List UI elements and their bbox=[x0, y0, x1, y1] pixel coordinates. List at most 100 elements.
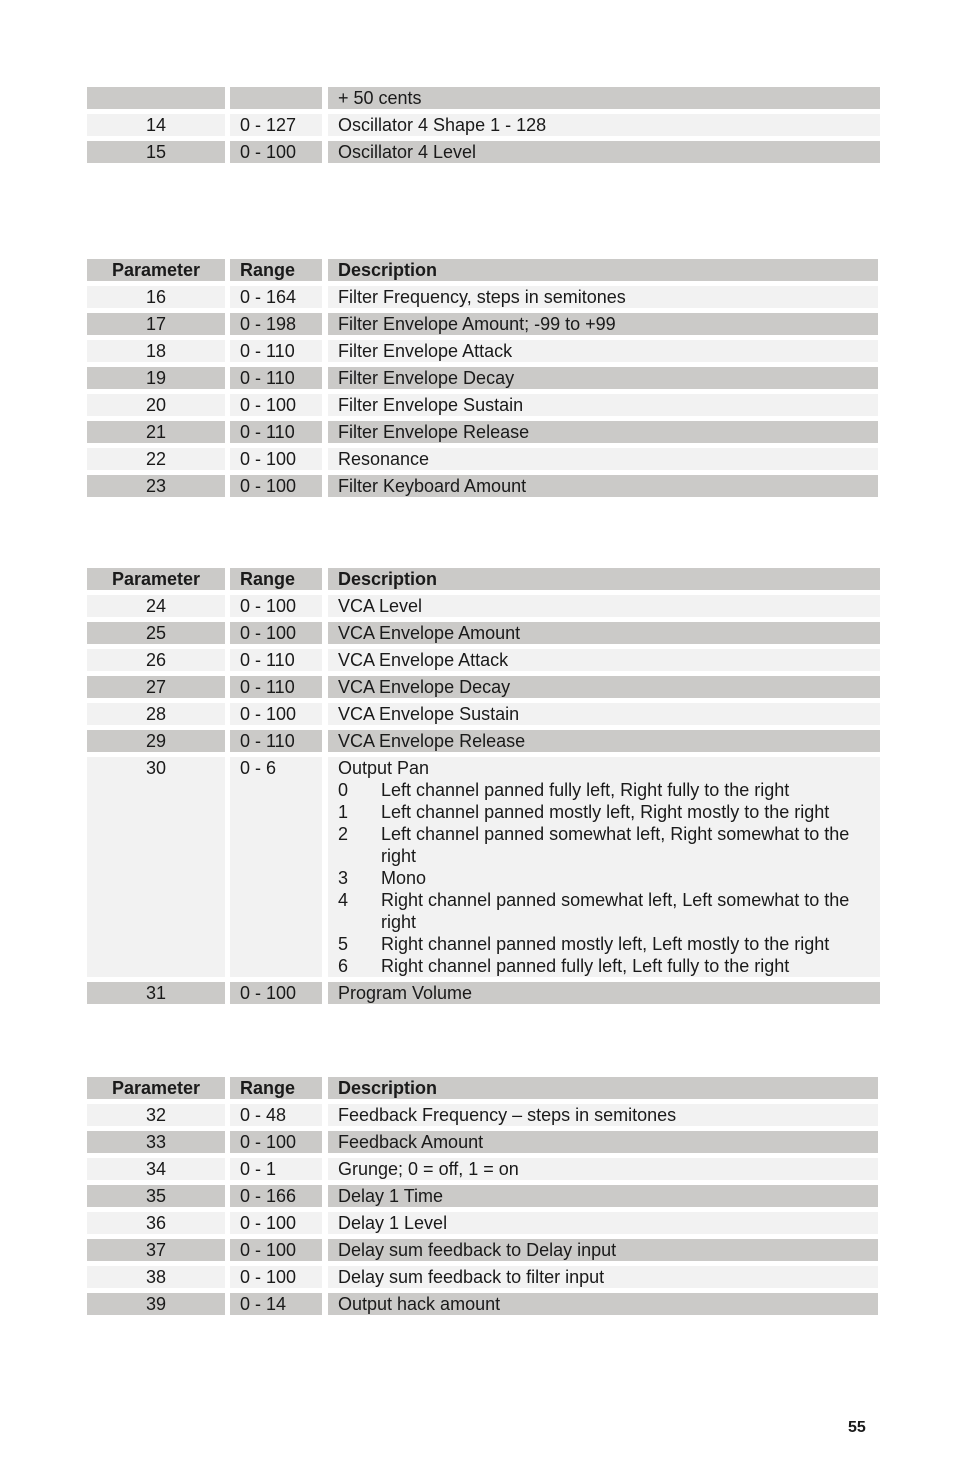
table-header: Parameter Range Description bbox=[87, 568, 880, 590]
pan-option: 2 Left channel panned somewhat left, Righ… bbox=[338, 823, 880, 867]
param-cell: 39 bbox=[87, 1293, 225, 1315]
desc-cell: Delay sum feedback to Delay input bbox=[328, 1239, 878, 1261]
desc-cell: Filter Envelope Amount; -99 to +99 bbox=[328, 313, 878, 335]
param-cell: 23 bbox=[87, 475, 225, 497]
range-cell: 0 - 100 bbox=[230, 475, 322, 497]
range-cell: 0 - 110 bbox=[230, 676, 322, 698]
param-cell: 20 bbox=[87, 394, 225, 416]
range-cell: 0 - 6 bbox=[230, 757, 322, 977]
table-row: 33 0 - 100 Feedback Amount bbox=[87, 1131, 878, 1153]
desc-cell: Program Volume bbox=[328, 982, 880, 1004]
table-feedback-delay: Parameter Range Description 32 0 - 48 Feed… bbox=[87, 1077, 878, 1320]
desc-cell: Feedback Frequency – steps in semitones bbox=[328, 1104, 878, 1126]
table-row: 35 0 - 166 Delay 1 Time bbox=[87, 1185, 878, 1207]
table-row: 22 0 - 100 Resonance bbox=[87, 448, 878, 470]
param-cell: 25 bbox=[87, 622, 225, 644]
param-cell: 17 bbox=[87, 313, 225, 335]
desc-cell: Delay sum feedback to filter input bbox=[328, 1266, 878, 1288]
param-cell: 18 bbox=[87, 340, 225, 362]
param-cell: 26 bbox=[87, 649, 225, 671]
param-cell: 31 bbox=[87, 982, 225, 1004]
desc-cell: Oscillator 4 Shape 1 - 128 bbox=[328, 114, 880, 136]
pan-option: 3 Mono bbox=[338, 867, 880, 889]
range-cell: 0 - 110 bbox=[230, 367, 322, 389]
table-row: 14 0 - 127 Oscillator 4 Shape 1 - 128 bbox=[87, 114, 880, 136]
desc-cell: Filter Envelope Decay bbox=[328, 367, 878, 389]
range-cell: 0 - 100 bbox=[230, 394, 322, 416]
header-parameter: Parameter bbox=[87, 568, 225, 590]
param-cell bbox=[87, 87, 225, 109]
pan-title: Output Pan bbox=[338, 758, 430, 778]
table-row: 17 0 - 198 Filter Envelope Amount; -99 to … bbox=[87, 313, 878, 335]
table-row: 38 0 - 100 Delay sum feedback to filter in… bbox=[87, 1266, 878, 1288]
header-description: Description bbox=[328, 568, 880, 590]
vca-rows: 24 0 - 100 VCA Level 25 0 - 100 VCA Envelope … bbox=[87, 595, 880, 752]
desc-cell: VCA Envelope Amount bbox=[328, 622, 880, 644]
param-cell: 30 bbox=[87, 757, 225, 977]
param-cell: 19 bbox=[87, 367, 225, 389]
header-parameter: Parameter bbox=[87, 1077, 225, 1099]
desc-cell: Grunge; 0 = off, 1 = on bbox=[328, 1158, 878, 1180]
range-cell: 0 - 100 bbox=[230, 1239, 322, 1261]
range-cell: 0 - 100 bbox=[230, 1266, 322, 1288]
pan-option-text: Mono bbox=[381, 868, 427, 888]
param-cell: 32 bbox=[87, 1104, 225, 1126]
desc-cell: Filter Frequency, steps in semitones bbox=[328, 286, 878, 308]
desc-cell: Filter Envelope Sustain bbox=[328, 394, 878, 416]
pan-option-value: 4 bbox=[338, 890, 349, 910]
header-parameter: Parameter bbox=[87, 259, 225, 281]
pan-option-value: 1 bbox=[338, 802, 349, 822]
table-row: 28 0 - 100 VCA Envelope Sustain bbox=[87, 703, 880, 725]
pan-option-text: Left channel panned mostly left, Right m… bbox=[381, 802, 830, 822]
desc-cell: Resonance bbox=[328, 448, 878, 470]
range-cell: 0 - 100 bbox=[230, 1212, 322, 1234]
table-oscillator-continued: + 50 cents 14 0 - 127 Oscillator 4 Shape… bbox=[87, 87, 880, 168]
param-cell: 16 bbox=[87, 286, 225, 308]
table-row: 26 0 - 110 VCA Envelope Attack bbox=[87, 649, 880, 671]
desc-cell: Feedback Amount bbox=[328, 1131, 878, 1153]
filter-rows: 16 0 - 164 Filter Frequency, steps in semi… bbox=[87, 286, 878, 497]
param-cell: 36 bbox=[87, 1212, 225, 1234]
table-row: 18 0 - 110 Filter Envelope Attack bbox=[87, 340, 878, 362]
pan-option-value: 5 bbox=[338, 934, 349, 954]
param-cell: 38 bbox=[87, 1266, 225, 1288]
pan-option-text: Left channel panned fully left, Right fu… bbox=[381, 780, 790, 800]
desc-cell: Delay 1 Level bbox=[328, 1212, 878, 1234]
range-cell: 0 - 100 bbox=[230, 622, 322, 644]
table-row: 16 0 - 164 Filter Frequency, steps in semi… bbox=[87, 286, 878, 308]
param-cell: 24 bbox=[87, 595, 225, 617]
table-header: Parameter Range Description bbox=[87, 1077, 878, 1099]
desc-cell: Filter Keyboard Amount bbox=[328, 475, 878, 497]
table-row: 31 0 - 100 Program Volume bbox=[87, 982, 880, 1004]
pan-option-text: Right channel panned mostly left, Left m… bbox=[381, 934, 830, 954]
table-row: 32 0 - 48 Feedback Frequency – steps in se… bbox=[87, 1104, 878, 1126]
pan-option: 4 Right channel panned somewhat left, Lef… bbox=[338, 889, 880, 933]
desc-cell: Oscillator 4 Level bbox=[328, 141, 880, 163]
table-row: 15 0 - 100 Oscillator 4 Level bbox=[87, 141, 880, 163]
range-cell: 0 - 110 bbox=[230, 730, 322, 752]
range-cell: 0 - 100 bbox=[230, 448, 322, 470]
param-cell: 29 bbox=[87, 730, 225, 752]
param-cell: 22 bbox=[87, 448, 225, 470]
param-cell: 35 bbox=[87, 1185, 225, 1207]
desc-cell: Filter Envelope Attack bbox=[328, 340, 878, 362]
header-range: Range bbox=[230, 568, 322, 590]
pan-option-value: 0 bbox=[338, 780, 349, 800]
range-cell: 0 - 100 bbox=[230, 141, 322, 163]
table-row: 21 0 - 110 Filter Envelope Release bbox=[87, 421, 878, 443]
range-cell: 0 - 100 bbox=[230, 982, 322, 1004]
table-row: + 50 cents bbox=[87, 87, 880, 109]
desc-cell: VCA Envelope Attack bbox=[328, 649, 880, 671]
table-row: 36 0 - 100 Delay 1 Level bbox=[87, 1212, 878, 1234]
range-cell: 0 - 100 bbox=[230, 703, 322, 725]
pan-options: 0 Left channel panned fully left, Right f… bbox=[338, 779, 880, 977]
desc-cell: Filter Envelope Release bbox=[328, 421, 878, 443]
range-cell: 0 - 164 bbox=[230, 286, 322, 308]
pan-option: 6 Right channel panned fully left, Left f… bbox=[338, 955, 880, 977]
pan-option-value: 3 bbox=[338, 868, 349, 888]
pan-option: 0 Left channel panned fully left, Right f… bbox=[338, 779, 880, 801]
param-cell: 33 bbox=[87, 1131, 225, 1153]
desc-cell: Output hack amount bbox=[328, 1293, 878, 1315]
table-row: 37 0 - 100 Delay sum feedback to Delay inp… bbox=[87, 1239, 878, 1261]
param-cell: 37 bbox=[87, 1239, 225, 1261]
